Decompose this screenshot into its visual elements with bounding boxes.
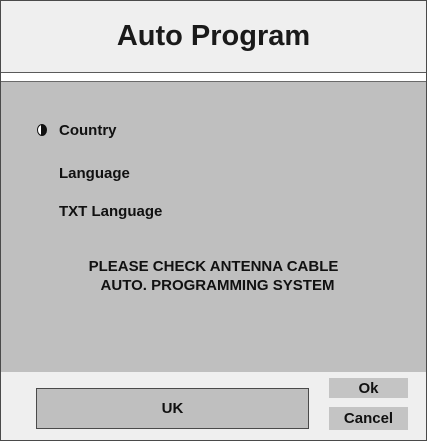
menu-item-country[interactable]: Country	[59, 122, 117, 139]
menu-item-language[interactable]: Language	[59, 165, 130, 182]
ok-button-label: Ok	[358, 379, 379, 397]
cancel-button-label: Cancel	[343, 410, 394, 427]
country-value-field[interactable]: UK	[36, 388, 309, 429]
message-line-2: AUTO. PROGRAMMING SYSTEM	[100, 277, 335, 294]
title-bar: Auto Program	[1, 1, 426, 73]
cancel-button[interactable]: Cancel	[329, 407, 408, 430]
auto-program-dialog: Auto Program Country Language TXT Langua…	[0, 0, 427, 441]
settings-panel: Country Language TXT Language PLEASE CHE…	[1, 81, 426, 373]
menu-item-txt-language[interactable]: TXT Language	[59, 203, 162, 220]
footer-bar: UK Ok Cancel	[1, 372, 426, 440]
status-message: PLEASE CHECK ANTENNA CABLE AUTO. PROGRAM…	[1, 257, 426, 295]
ok-button[interactable]: Ok	[329, 378, 408, 398]
message-line-1: PLEASE CHECK ANTENNA CABLE	[88, 258, 339, 275]
selection-indicator-icon	[37, 124, 47, 136]
country-value: UK	[161, 400, 184, 417]
dialog-title: Auto Program	[116, 20, 311, 52]
